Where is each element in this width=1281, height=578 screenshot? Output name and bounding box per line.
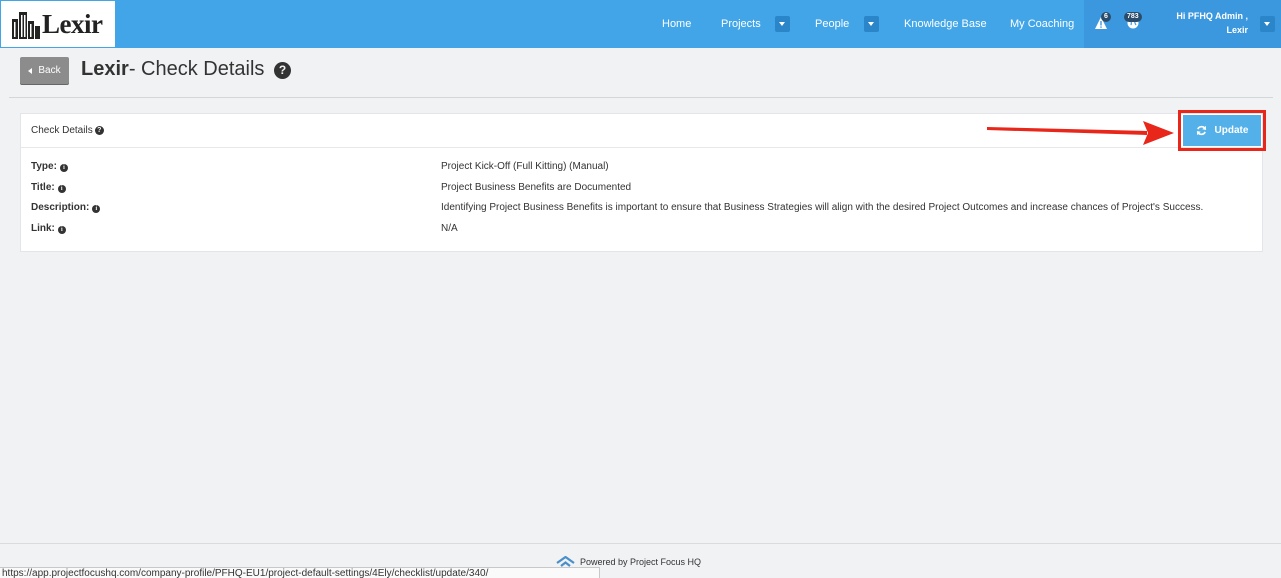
user-company: Lexir	[1226, 25, 1248, 35]
refresh-icon	[1196, 125, 1206, 136]
footer-divider	[0, 543, 1281, 544]
footer-text: Powered by Project Focus HQ	[580, 557, 702, 567]
top-navbar: Lexir Home Projects People Knowledge Bas…	[0, 0, 1281, 48]
projects-dropdown-caret-icon[interactable]	[775, 16, 790, 32]
description-value: Identifying Project Business Benefits is…	[441, 202, 1204, 213]
nav-home[interactable]: Home	[662, 0, 691, 48]
user-greeting: Hi PFHQ Admin ,	[1176, 11, 1248, 21]
user-menu[interactable]: Hi PFHQ Admin , Lexir	[1160, 9, 1248, 37]
page-title-brand: Lexir	[81, 58, 129, 80]
update-label: Update	[1214, 125, 1249, 136]
panel-title: Check Details?	[31, 125, 104, 136]
info-icon[interactable]: i	[57, 185, 66, 193]
brand-name: Lexir	[42, 8, 103, 39]
notifications-count-badge: 783	[1124, 12, 1142, 22]
page-title: Lexir- Check Details ?	[81, 57, 291, 81]
annotation-arrow-icon	[987, 121, 1174, 145]
header-divider	[9, 97, 1273, 98]
info-icon[interactable]: i	[92, 205, 101, 213]
people-dropdown-caret-icon[interactable]	[864, 16, 879, 32]
nav-projects[interactable]: Projects	[721, 0, 761, 48]
type-label: Type: i	[31, 161, 68, 172]
question-circle-icon[interactable]: ?	[273, 62, 291, 79]
page-title-text: - Check Details	[128, 58, 265, 80]
description-label: Description: i	[31, 202, 101, 213]
nav-people[interactable]: People	[815, 0, 849, 48]
question-circle-icon[interactable]: ?	[94, 126, 104, 135]
title-value: Project Business Benefits are Documented	[441, 182, 632, 193]
type-value: Project Kick-Off (Full Kitting) (Manual)	[441, 161, 609, 172]
alerts-count-badge: 6	[1101, 12, 1111, 22]
link-label: Link: i	[31, 223, 66, 234]
nav-my-coaching[interactable]: My Coaching	[1010, 0, 1074, 48]
caret-left-icon	[28, 67, 33, 74]
info-icon[interactable]: i	[59, 164, 68, 172]
nav-knowledge-base[interactable]: Knowledge Base	[904, 0, 987, 48]
back-label: Back	[38, 65, 61, 76]
brand-logo[interactable]: Lexir	[1, 1, 115, 47]
user-dropdown-caret-icon[interactable]	[1260, 16, 1275, 32]
building-logo-icon	[12, 12, 40, 39]
status-bar-url: https://app.projectfocushq.com/company-p…	[0, 567, 600, 578]
info-icon[interactable]: i	[57, 226, 66, 234]
title-label: Title: i	[31, 182, 66, 193]
update-button[interactable]: Update	[1183, 115, 1261, 146]
link-value: N/A	[441, 223, 458, 234]
back-button[interactable]: Back	[20, 57, 69, 84]
